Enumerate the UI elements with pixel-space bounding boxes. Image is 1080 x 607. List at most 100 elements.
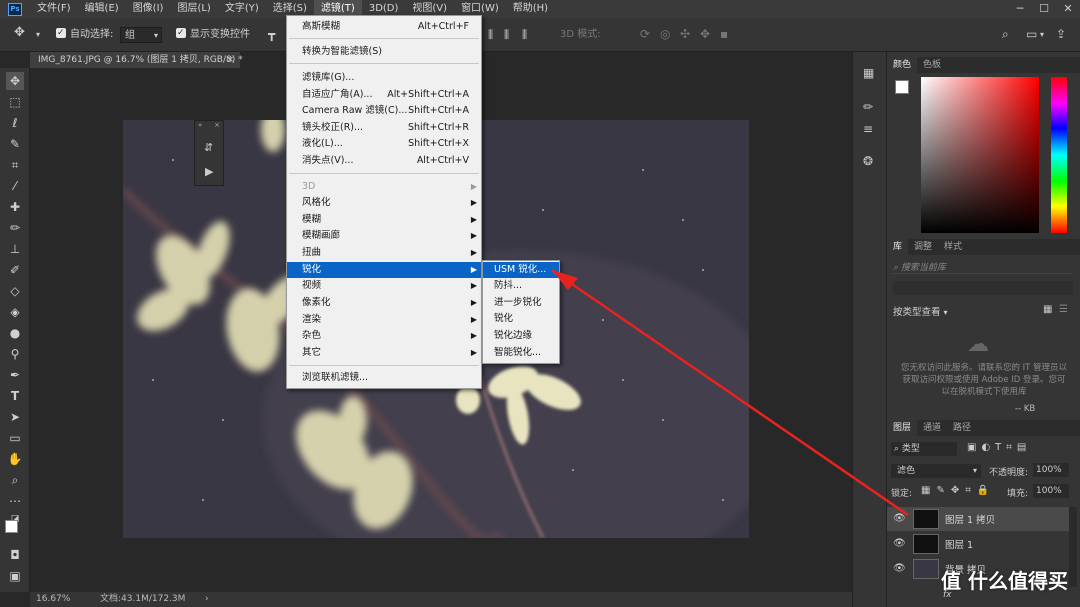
submenu-item-sharpen[interactable]: 锐化	[483, 311, 559, 327]
actions-icon[interactable]: ⇵	[204, 141, 213, 154]
foreground-color-chip[interactable]	[895, 80, 909, 94]
panel-collapse-icon[interactable]: »	[198, 121, 202, 129]
3d-orbit-icon[interactable]: ⟳	[640, 26, 650, 42]
move-tool-icon[interactable]: ✥	[6, 72, 24, 90]
workspace-chevron-icon[interactable]: ▾	[1040, 27, 1044, 43]
workspace-icon[interactable]: ▭	[1026, 26, 1037, 42]
menu-item-other[interactable]: 其它 ▶	[287, 345, 481, 361]
layer-filter-icons[interactable]: ▣◐T⌗▤	[967, 442, 1031, 453]
menu-type[interactable]: 文字(Y)	[218, 0, 266, 18]
layer-row[interactable]: 👁 图层 1 拷贝	[887, 507, 1069, 531]
submenu-item-sharpen-edges[interactable]: 锐化边缘	[483, 328, 559, 344]
paint-bucket-tool-icon[interactable]: ◈	[6, 303, 24, 321]
distribute-bottom-icon[interactable]: ⫼	[522, 27, 527, 43]
tab-paths[interactable]: 路径	[947, 420, 977, 436]
type-tool-icon[interactable]: T	[6, 387, 24, 405]
quick-mask-icon[interactable]: ◘	[6, 546, 24, 564]
menu-item-convert-smart-filter[interactable]: 转换为智能滤镜(S)	[287, 44, 481, 60]
eye-icon[interactable]: 👁	[893, 513, 906, 525]
submenu-item-unsharp-mask[interactable]: USM 锐化...	[483, 262, 559, 278]
opacity-input[interactable]: 100%	[1033, 463, 1069, 477]
tool-preset-chevron-icon[interactable]: ▾	[36, 27, 40, 43]
menu-item-camera-raw[interactable]: Camera Raw 滤镜(C)... Shift+Ctrl+A	[287, 103, 481, 119]
view-by-type-label[interactable]: 按类型查看 ▾	[893, 304, 948, 318]
list-view-icon[interactable]: ☰	[1059, 304, 1068, 315]
distribute-icon[interactable]: ⫼	[488, 27, 493, 43]
color-picker-field[interactable]	[921, 77, 1039, 233]
quick-select-tool-icon[interactable]: ✎	[6, 135, 24, 153]
library-search-input[interactable]: ⌕ 搜索当前库	[893, 260, 1073, 274]
3d-slide-icon[interactable]: ✥	[700, 26, 710, 42]
fill-input[interactable]: 100%	[1033, 484, 1069, 498]
pen-tool-icon[interactable]: ✒	[6, 366, 24, 384]
align-top-icon[interactable]: ┳	[268, 26, 275, 42]
healing-brush-tool-icon[interactable]: ✚	[6, 198, 24, 216]
distribute-center-icon[interactable]: ⫼	[504, 27, 509, 43]
close-tab-icon[interactable]: ×	[226, 52, 234, 68]
brush-panel-icon[interactable]: ✏	[863, 100, 873, 114]
auto-select-dropdown[interactable]: 组 ▾	[120, 27, 162, 43]
rectangle-tool-icon[interactable]: ▭	[6, 429, 24, 447]
clone-stamp-tool-icon[interactable]: ⊥	[6, 240, 24, 258]
menu-item-pixelate[interactable]: 像素化 ▶	[287, 295, 481, 311]
tab-adjustments[interactable]: 调整	[908, 239, 938, 255]
menu-edit[interactable]: 编辑(E)	[78, 0, 126, 18]
tab-color[interactable]: 颜色	[887, 57, 918, 73]
menu-item-blur[interactable]: 模糊 ▶	[287, 212, 481, 228]
tab-swatches[interactable]: 色板	[917, 57, 947, 73]
eye-icon[interactable]: 👁	[893, 538, 906, 550]
dodge-tool-icon[interactable]: ⚲	[6, 345, 24, 363]
menu-item-filter-gallery[interactable]: 滤镜库(G)...	[287, 70, 481, 86]
brush-tool-icon[interactable]: ✏	[6, 219, 24, 237]
3d-roll-icon[interactable]: ◎	[660, 26, 670, 42]
blend-mode-dropdown[interactable]: 滤色 ▾	[891, 464, 981, 478]
minimize-button[interactable]: ─	[1008, 0, 1032, 18]
show-transform-checkbox[interactable]: 显示变换控件	[176, 25, 250, 43]
auto-select-checkbox[interactable]: 自动选择:	[56, 25, 113, 43]
3d-pan-icon[interactable]: ✣	[680, 26, 690, 42]
history-panel-icon[interactable]: ▦	[863, 66, 874, 80]
move-tool-icon[interactable]: ✥	[14, 25, 25, 41]
close-window-button[interactable]: ✕	[1056, 0, 1080, 18]
properties-panel-icon[interactable]: ❂	[863, 154, 873, 168]
tab-libraries[interactable]: 库	[887, 239, 909, 255]
tab-channels[interactable]: 通道	[917, 420, 947, 436]
foreground-color-swatch[interactable]	[5, 520, 18, 533]
submenu-item-sharpen-more[interactable]: 进一步锐化	[483, 295, 559, 311]
zoom-tool-icon[interactable]: ⌕	[6, 471, 24, 489]
menu-item-adaptive-wide-angle[interactable]: 自适应广角(A)... Alt+Shift+Ctrl+A	[287, 87, 481, 103]
menu-item-noise[interactable]: 杂色 ▶	[287, 328, 481, 344]
eye-icon[interactable]: 👁	[893, 563, 906, 575]
layer-filter-dropdown[interactable]: ⌕ 类型	[891, 442, 957, 456]
blur-tool-icon[interactable]: ●	[6, 324, 24, 342]
menu-item-stylize[interactable]: 风格化 ▶	[287, 195, 481, 211]
menu-layer[interactable]: 图层(L)	[170, 0, 217, 18]
layers-scrollbar[interactable]	[1069, 507, 1077, 587]
adjustments-panel-icon[interactable]: ≡	[863, 122, 873, 136]
submenu-item-smart-sharpen[interactable]: 智能锐化...	[483, 345, 559, 361]
tab-layers[interactable]: 图层	[887, 420, 918, 436]
menu-image[interactable]: 图像(I)	[126, 0, 171, 18]
history-brush-tool-icon[interactable]: ✐	[6, 261, 24, 279]
more-tools-icon[interactable]: ⋯	[6, 492, 24, 510]
grid-view-icon[interactable]: ▦	[1043, 304, 1052, 315]
search-icon[interactable]: ⌕	[1002, 26, 1009, 42]
tab-styles[interactable]: 样式	[938, 239, 968, 255]
marquee-tool-icon[interactable]: ⬚	[6, 93, 24, 111]
3d-scale-icon[interactable]: ▪	[720, 26, 728, 42]
lasso-tool-icon[interactable]: ℓ	[6, 114, 24, 132]
eraser-tool-icon[interactable]: ◇	[6, 282, 24, 300]
menu-item-browse-online[interactable]: 浏览联机滤镜...	[287, 370, 481, 386]
play-icon[interactable]: ▶	[205, 165, 213, 178]
path-select-tool-icon[interactable]: ➤	[6, 408, 24, 426]
zoom-level[interactable]: 16.67%	[36, 592, 70, 607]
menu-help[interactable]: 帮助(H)	[506, 0, 555, 18]
panel-close-icon[interactable]: ×	[214, 121, 220, 129]
crop-tool-icon[interactable]: ⌗	[6, 156, 24, 174]
menu-item-render[interactable]: 渲染 ▶	[287, 312, 481, 328]
submenu-item-shake-reduction[interactable]: 防抖...	[483, 278, 559, 294]
screen-mode-icon[interactable]: ▣	[6, 567, 24, 585]
menu-item-video[interactable]: 视频 ▶	[287, 278, 481, 294]
menu-file[interactable]: 文件(F)	[30, 0, 78, 18]
layer-row[interactable]: 👁 图层 1	[887, 532, 1069, 556]
